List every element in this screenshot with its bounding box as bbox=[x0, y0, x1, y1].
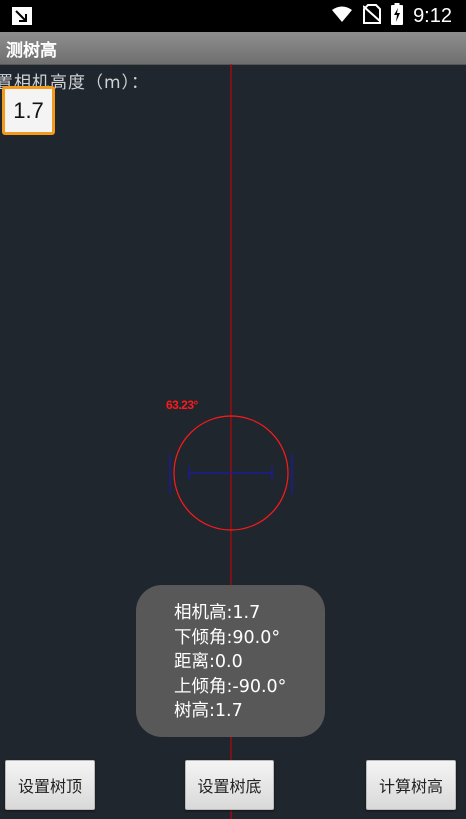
camera-height-input[interactable]: 1.7 bbox=[2, 86, 55, 135]
no-sim-icon bbox=[362, 4, 382, 28]
toast-camera-height: 相机高:1.7 bbox=[174, 603, 261, 623]
set-tree-top-button[interactable]: 设置树顶 bbox=[5, 760, 95, 810]
notification-icon bbox=[12, 7, 32, 25]
status-bar: 9:12 bbox=[0, 0, 466, 32]
angle-readout: 63.23° bbox=[166, 398, 198, 412]
battery-charging-icon bbox=[391, 3, 404, 29]
toast-depression-angle: 下倾角:90.0° bbox=[174, 627, 281, 648]
calculate-tree-height-button[interactable]: 计算树高 bbox=[366, 760, 456, 810]
app-title: 测树高 bbox=[6, 41, 57, 61]
app-bar: 测树高 bbox=[0, 32, 466, 65]
result-toast: 相机高:1.7 下倾角:90.0° 距离:0.0 上倾角:-90.0° 树高:1… bbox=[136, 585, 325, 737]
toast-elevation-angle: 上倾角:-90.0° bbox=[174, 676, 287, 697]
wifi-icon bbox=[331, 5, 353, 27]
toast-distance: 距离:0.0 bbox=[174, 652, 243, 672]
set-tree-bottom-button[interactable]: 设置树底 bbox=[185, 760, 274, 810]
toast-tree-height: 树高:1.7 bbox=[174, 701, 243, 721]
status-time: 9:12 bbox=[413, 4, 452, 27]
